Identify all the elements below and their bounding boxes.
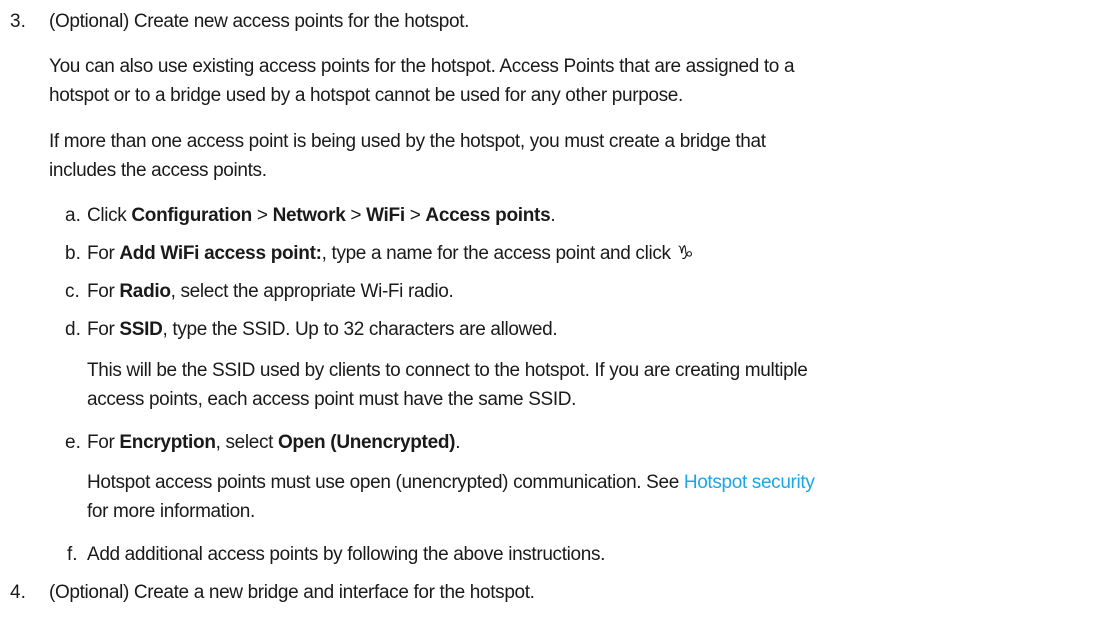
- substep-a: Click Configuration > Network > WiFi > A…: [87, 204, 556, 228]
- add-icon: ♑: [676, 243, 694, 264]
- step-number: 3.: [10, 11, 26, 32]
- substep-letter: a.: [65, 205, 81, 226]
- ui-label-add-wifi-access-point: Add WiFi access point:: [119, 243, 322, 264]
- paragraph-line: You can also use existing access points …: [49, 56, 795, 77]
- ui-label-encryption: Encryption: [119, 432, 216, 453]
- substep-text: , select the appropriate Wi-Fi radio.: [170, 281, 454, 302]
- note-text: Hotspot access points must use open (une…: [87, 472, 684, 493]
- substep-letter: c.: [65, 281, 80, 302]
- substep-text: .: [455, 432, 461, 453]
- path-separator: >: [251, 205, 273, 226]
- ui-label-ssid: SSID: [119, 319, 163, 340]
- substep-text: For: [87, 319, 120, 340]
- step-number: 4.: [10, 582, 26, 603]
- substep-letter: f.: [67, 544, 78, 565]
- ui-option-open: Open (Unencrypted): [277, 432, 456, 453]
- substep-text: , select: [215, 432, 278, 453]
- hotspot-security-link[interactable]: Hotspot security: [684, 472, 815, 493]
- substep-f: Add additional access points by followin…: [87, 544, 606, 565]
- paragraph-line: hotspot or to a bridge used by a hotspot…: [49, 85, 683, 106]
- substep-letter: d.: [65, 319, 81, 340]
- ui-path-wifi: WiFi: [366, 205, 405, 226]
- substep-d: For SSID, type the SSID. Up to 32 charac…: [87, 318, 558, 342]
- substep-text: For: [87, 243, 120, 264]
- step-text: (Optional) Create new access points for …: [49, 11, 470, 32]
- substep-text: , type the SSID. Up to 32 characters are…: [162, 319, 558, 340]
- note-line: for more information.: [87, 501, 255, 522]
- note-line: Hotspot access points must use open (une…: [87, 471, 815, 495]
- ui-path-configuration: Configuration: [131, 205, 252, 226]
- path-separator: >: [404, 205, 426, 226]
- substep-letter: b.: [65, 243, 81, 264]
- ui-path-access-points: Access points: [425, 205, 551, 226]
- substep-text: .: [550, 205, 556, 226]
- ui-path-network: Network: [272, 205, 346, 226]
- substep-letter: e.: [65, 432, 81, 453]
- substep-text: For: [87, 432, 120, 453]
- note-line: access points, each access point must ha…: [87, 389, 577, 410]
- substep-text: Click: [87, 205, 132, 226]
- step-text: (Optional) Create a new bridge and inter…: [49, 582, 535, 603]
- paragraph-line: If more than one access point is being u…: [49, 131, 766, 152]
- substep-e: For Encryption, select Open (Unencrypted…: [87, 431, 460, 455]
- substep-text: , type a name for the access point and c…: [321, 243, 671, 264]
- path-separator: >: [345, 205, 367, 226]
- substep-text: For: [87, 281, 120, 302]
- substep-b: For Add WiFi access point:, type a name …: [87, 242, 694, 266]
- ui-label-radio: Radio: [119, 281, 171, 302]
- substep-c: For Radio, select the appropriate Wi-Fi …: [87, 280, 454, 304]
- paragraph-line: includes the access points.: [49, 160, 267, 181]
- note-line: This will be the SSID used by clients to…: [87, 360, 808, 381]
